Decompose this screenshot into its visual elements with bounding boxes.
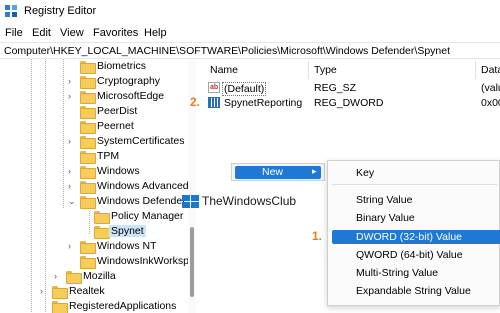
expander-icon[interactable]: [82, 226, 90, 236]
column-header-type[interactable]: Type: [314, 64, 337, 76]
column-header-name[interactable]: Name: [210, 64, 238, 76]
tree-item-label: SystemCertificates: [97, 135, 185, 147]
folder-open-icon: [80, 196, 96, 209]
value-name: SpynetReporting: [224, 97, 303, 109]
reg-sz-icon: ab: [208, 82, 220, 93]
column-divider[interactable]: [475, 61, 476, 79]
menu-item-binary-value[interactable]: Binary Value: [356, 212, 415, 224]
chevron-right-icon[interactable]: ›: [68, 166, 76, 176]
menu-view[interactable]: View: [60, 27, 84, 39]
menu-item-dword-value[interactable]: DWORD (32-bit) Value: [356, 231, 462, 243]
tree-item-label: Realtek: [69, 285, 105, 297]
tree-item-label: WindowsInkWorkspace: [97, 255, 196, 267]
chevron-right-icon[interactable]: ›: [68, 76, 76, 86]
tree-item-label: Windows Defender: [97, 195, 186, 207]
tree-guide-line: [45, 59, 46, 313]
watermark-text: TheWindowsClub: [202, 194, 297, 208]
chevron-right-icon[interactable]: ›: [68, 181, 76, 191]
value-row-default[interactable]: ab (Default) REG_SZ (valu: [208, 81, 500, 96]
tree-item-label: Biometrics: [97, 60, 147, 72]
window-title: Registry Editor: [24, 5, 97, 17]
value-name: (Default): [222, 82, 267, 96]
folder-icon: [66, 271, 82, 284]
menu-item-expandable-string-value[interactable]: Expandable String Value: [356, 285, 471, 297]
chevron-right-icon[interactable]: ›: [40, 286, 48, 296]
key-tree[interactable]: Biometrics › Cryptography › MicrosoftEdg…: [0, 59, 196, 313]
watermark: TheWindowsClub: [182, 193, 322, 211]
tree-item-label: Cryptography: [97, 75, 161, 87]
tree-item-label: PeerDist: [97, 105, 138, 117]
expander-icon[interactable]: [40, 301, 48, 311]
tree-item-label: MicrosoftEdge: [97, 90, 165, 102]
column-header-data[interactable]: Data: [481, 64, 500, 76]
folder-icon: [80, 136, 96, 149]
folder-icon: [52, 286, 68, 299]
value-row-spynetreporting[interactable]: SpynetReporting REG_DWORD 0x00: [208, 96, 500, 110]
address-path[interactable]: Computer\HKEY_LOCAL_MACHINE\SOFTWARE\Pol…: [4, 45, 450, 57]
chevron-down-icon[interactable]: ⌄: [68, 196, 76, 206]
title-bar: Registry Editor: [0, 0, 500, 24]
folder-icon: [80, 106, 96, 119]
reg-dword-icon: [208, 97, 220, 108]
folder-icon: [80, 121, 96, 134]
folder-icon: [80, 181, 96, 194]
chevron-right-icon: ▸: [312, 166, 317, 176]
tree-item-label: Windows: [97, 165, 140, 177]
value-data: (valu: [481, 82, 500, 94]
chevron-right-icon[interactable]: ›: [68, 91, 76, 101]
folder-icon: [80, 241, 96, 254]
tree-item-label: RegisteredApplications: [69, 300, 177, 312]
folder-icon: [80, 91, 96, 104]
value-type: REG_DWORD: [314, 97, 384, 109]
tree-item-label: Spynet: [109, 225, 146, 237]
expander-icon[interactable]: [68, 61, 76, 71]
annotation-step-2: 2.: [190, 95, 201, 109]
folder-icon: [94, 211, 110, 224]
value-type: REG_SZ: [314, 82, 357, 94]
new-submenu[interactable]: Key String Value Binary Value DWORD (32-…: [327, 160, 500, 306]
menu-item-new[interactable]: New: [262, 166, 283, 178]
thewindowsclub-logo-icon: [182, 195, 200, 209]
folder-icon: [80, 61, 96, 74]
menu-separator: [332, 184, 497, 185]
tree-item-label: Mozilla: [83, 270, 116, 282]
menu-bar: File Edit View Favorites Help: [0, 24, 500, 42]
registry-editor-icon: [5, 5, 18, 18]
address-bar[interactable]: Computer\HKEY_LOCAL_MACHINE\SOFTWARE\Pol…: [0, 42, 500, 59]
tree-guide-line: [63, 59, 64, 209]
folder-icon: [80, 256, 96, 269]
menu-item-qword-value[interactable]: QWORD (64-bit) Value: [356, 249, 463, 261]
folder-icon: [80, 166, 96, 179]
menu-favorites[interactable]: Favorites: [93, 27, 138, 39]
menu-file[interactable]: File: [5, 27, 23, 39]
tree-item-label: Policy Manager: [111, 210, 184, 222]
menu-item-string-value[interactable]: String Value: [356, 194, 412, 206]
value-data: 0x00: [481, 97, 500, 109]
chevron-right-icon[interactable]: ›: [54, 271, 62, 281]
chevron-right-icon[interactable]: ›: [68, 241, 76, 251]
folder-open-icon: [94, 226, 110, 239]
tree-item-label: Windows Advanced: [97, 180, 189, 192]
expander-icon[interactable]: [68, 106, 76, 116]
folder-icon: [52, 301, 68, 313]
tree-item-label: Peernet: [97, 120, 134, 132]
chevron-right-icon[interactable]: ›: [68, 136, 76, 146]
folder-icon: [80, 151, 96, 164]
expander-icon[interactable]: [68, 256, 76, 266]
expander-icon[interactable]: [68, 151, 76, 161]
context-menu[interactable]: New ▸: [231, 163, 325, 181]
column-divider[interactable]: [308, 61, 309, 79]
folder-icon: [80, 76, 96, 89]
expander-icon[interactable]: [82, 211, 90, 221]
tree-item-label: Windows NT: [97, 240, 157, 252]
tree-guide-line: [31, 59, 32, 313]
menu-item-multi-string-value[interactable]: Multi-String Value: [356, 267, 438, 279]
menu-help[interactable]: Help: [144, 27, 167, 39]
tree-item-label: TPM: [97, 150, 120, 162]
expander-icon[interactable]: [68, 121, 76, 131]
scrollbar-thumb[interactable]: [190, 227, 194, 297]
menu-item-key[interactable]: Key: [356, 167, 374, 179]
menu-edit[interactable]: Edit: [32, 27, 51, 39]
annotation-step-1: 1.: [312, 229, 323, 243]
